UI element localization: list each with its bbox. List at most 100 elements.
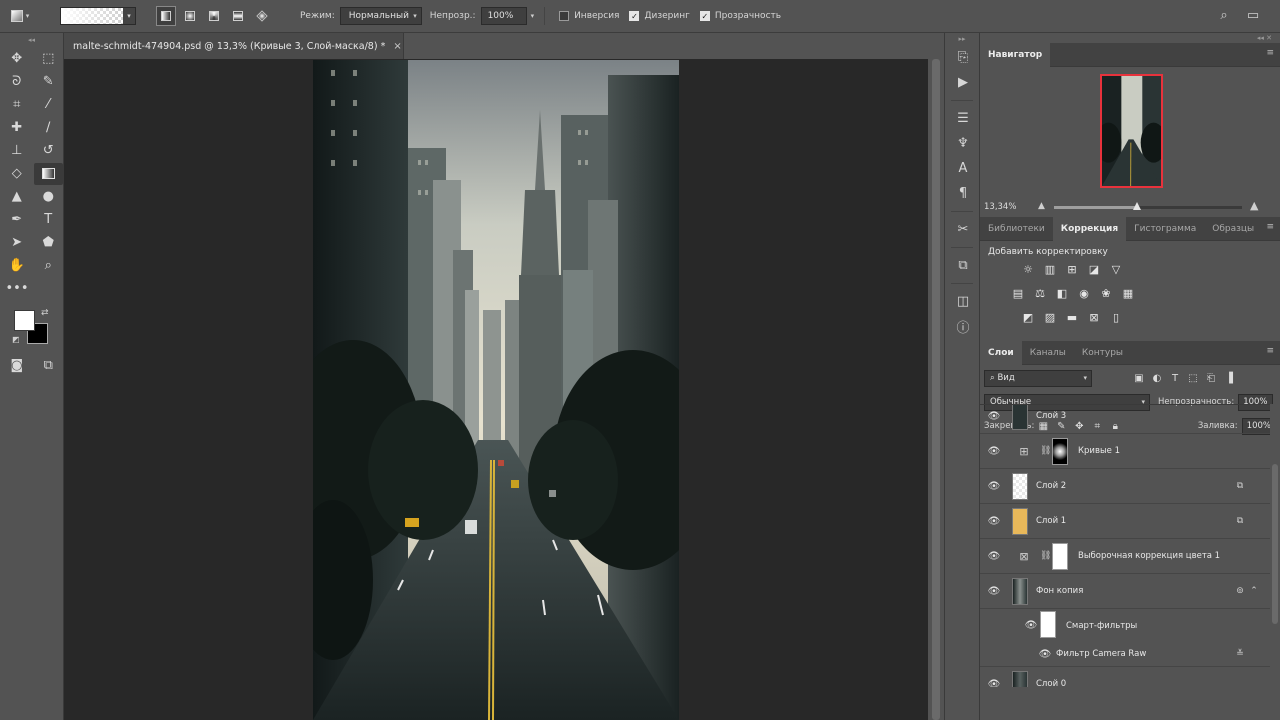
inverse-checkbox[interactable]: Инверсия <box>559 11 619 21</box>
opacity-input[interactable]: 100% <box>480 7 527 25</box>
filter-options-icon[interactable]: ≚ <box>1234 648 1246 660</box>
navigator-thumbnail[interactable] <box>1100 74 1163 188</box>
tab-swatches[interactable]: Образцы <box>1204 217 1262 241</box>
channel-mixer-icon[interactable]: ❀ <box>1098 285 1114 301</box>
threshold-icon[interactable]: ▬ <box>1064 309 1080 325</box>
tab-histogram[interactable]: Гистограмма <box>1126 217 1204 241</box>
quick-mask-icon[interactable]: ◙ <box>2 355 32 377</box>
history-brush-tool-icon[interactable]: ↺ <box>34 140 64 162</box>
character-icon[interactable]: A <box>945 156 981 181</box>
exposure-icon[interactable]: ◪ <box>1086 261 1102 277</box>
layer-row[interactable]: 👁︎ Слой 2 ⧉ <box>980 469 1270 504</box>
layer-mask-thumbnail[interactable] <box>1052 438 1068 465</box>
layer-name[interactable]: Слой 3 <box>1036 411 1066 421</box>
layer-name[interactable]: Выборочная коррекция цвета 1 <box>1078 551 1220 561</box>
brush-settings-icon[interactable]: ♆ <box>945 131 981 156</box>
search-icon[interactable]: ⌕ <box>1216 8 1232 24</box>
tab-navigator[interactable]: Навигатор <box>980 42 1051 67</box>
path-select-tool-icon[interactable]: ➤ <box>2 232 32 254</box>
canvas-scrollbar[interactable] <box>928 59 944 720</box>
curves-icon[interactable]: ⊞ <box>1064 261 1080 277</box>
screen-mode-icon[interactable]: ⧉ <box>34 355 64 377</box>
layer-mask-thumbnail[interactable] <box>1052 543 1068 570</box>
panel-menu-icon[interactable]: ≡ <box>1266 48 1274 58</box>
brush-tool-icon[interactable]: ∕ <box>34 117 64 139</box>
visibility-eye-icon[interactable]: 👁︎ <box>987 515 1001 527</box>
dodge-tool-icon[interactable]: ● <box>34 186 64 208</box>
dither-checkbox[interactable]: ✓ Дизеринг <box>629 11 690 21</box>
visibility-eye-icon[interactable]: 👁︎ <box>987 550 1001 562</box>
visibility-eye-icon[interactable]: 👁︎ <box>1024 620 1038 632</box>
filter-pixel-icon[interactable]: ▣ <box>1130 370 1148 387</box>
tab-libraries[interactable]: Библиотеки <box>980 217 1053 241</box>
filter-smart-object-icon[interactable]: ⎗ <box>1202 370 1220 387</box>
filter-name[interactable]: Фильтр Camera Raw <box>1056 649 1146 659</box>
radial-gradient-button[interactable] <box>180 6 200 26</box>
layer-name[interactable]: Кривые 1 <box>1078 446 1120 456</box>
move-tool-icon[interactable]: ✥ <box>2 48 32 70</box>
default-colors-icon[interactable]: ◩ <box>12 335 20 344</box>
smart-filter-mask-thumbnail[interactable] <box>1040 611 1056 638</box>
shape-tool-icon[interactable]: ⬟ <box>34 232 64 254</box>
link-icon[interactable]: ⛓︎ <box>1040 551 1051 561</box>
photo-filter-icon[interactable]: ◉ <box>1076 285 1092 301</box>
reflected-gradient-button[interactable] <box>228 6 248 26</box>
black-white-icon[interactable]: ◧ <box>1054 285 1070 301</box>
workspace-icon[interactable]: ▭ <box>1245 8 1261 24</box>
document-tab[interactable]: malte-schmidt-474904.psd @ 13,3% (Кривые… <box>64 33 404 59</box>
gradient-preview[interactable] <box>61 8 123 24</box>
scrollbar-thumb[interactable] <box>1272 464 1278 624</box>
visibility-eye-icon[interactable]: 👁︎ <box>1038 648 1052 660</box>
filter-shape-icon[interactable]: ⬚ <box>1184 370 1202 387</box>
tab-channels[interactable]: Каналы <box>1022 341 1074 365</box>
tab-layers[interactable]: Слои <box>980 340 1022 365</box>
tool-preset-picker[interactable]: ▾ <box>0 0 40 33</box>
panel-menu-icon[interactable]: ≡ <box>1266 346 1274 356</box>
tab-paths[interactable]: Контуры <box>1074 341 1131 365</box>
visibility-eye-icon[interactable]: 👁︎ <box>987 445 1001 457</box>
eyedropper-tool-icon[interactable]: ⁄ <box>34 94 64 116</box>
link-icon[interactable]: ⛓︎ <box>1040 446 1051 456</box>
clone-stamp-tool-icon[interactable]: ⊥ <box>2 140 32 162</box>
zoom-percent[interactable]: 13,34% <box>984 202 1016 212</box>
vibrance-icon[interactable]: ▽ <box>1108 261 1124 277</box>
hue-saturation-icon[interactable]: ▤ <box>1010 285 1026 301</box>
smart-filters-label[interactable]: Смарт-фильтры <box>1066 621 1137 631</box>
linear-gradient-button[interactable] <box>156 6 176 26</box>
visibility-eye-icon[interactable]: 👁︎ <box>987 480 1001 492</box>
inverse-check-box[interactable] <box>559 11 570 21</box>
expand-panels-icon[interactable]: ▸▸ <box>945 33 979 45</box>
layer-filter-select[interactable]: ⌕ Вид ▾ <box>984 369 1092 387</box>
eraser-tool-icon[interactable]: ◇ <box>2 163 32 185</box>
layer-comps-icon[interactable]: ◫ <box>945 289 981 314</box>
panel-menu-icon[interactable]: ≡ <box>1266 222 1274 232</box>
diamond-gradient-button[interactable] <box>252 6 272 26</box>
filter-adjustment-icon[interactable]: ◐ <box>1148 370 1166 387</box>
invert-icon[interactable]: ◩ <box>1020 309 1036 325</box>
clone-source-icon[interactable]: ⧉ <box>945 253 981 278</box>
camera-raw-filter-row[interactable]: 👁︎ Фильтр Camera Raw ≚ <box>980 642 1270 667</box>
selective-color-icon[interactable]: ⊠ <box>1086 309 1102 325</box>
visibility-eye-icon[interactable]: 👁︎ <box>987 678 1001 688</box>
properties-icon[interactable]: ☰ <box>945 106 981 131</box>
visibility-eye-icon[interactable]: 👁︎ <box>987 410 1001 422</box>
layers-scrollbar[interactable] <box>1270 404 1280 687</box>
scrollbar-thumb[interactable] <box>932 59 940 720</box>
tab-adjustments[interactable]: Коррекция <box>1052 216 1127 241</box>
paragraph-icon[interactable]: ¶ <box>945 181 981 206</box>
collapse-panel-icon[interactable]: ◂◂ <box>0 33 63 47</box>
zoom-slider[interactable] <box>1054 202 1242 210</box>
marquee-tool-icon[interactable]: ⬚ <box>34 48 64 70</box>
zoom-in-icon[interactable]: ▲ <box>1250 199 1258 212</box>
color-lookup-icon[interactable]: ▦ <box>1120 285 1136 301</box>
levels-icon[interactable]: ▥ <box>1042 261 1058 277</box>
layer-name[interactable]: Слой 0 <box>1036 679 1066 687</box>
document-canvas-image[interactable] <box>313 60 679 720</box>
lasso-tool-icon[interactable]: ᘐ <box>2 71 32 93</box>
gradient-map-icon[interactable]: ▯ <box>1108 309 1124 325</box>
visibility-eye-icon[interactable]: 👁︎ <box>987 585 1001 597</box>
transparency-checkbox[interactable]: ✓ Прозрачность <box>699 11 781 21</box>
layer-row[interactable]: 👁︎ ⊠ ⛓︎ Выборочная коррекция цвета 1 <box>980 539 1270 574</box>
brightness-icon[interactable]: ☼ <box>1020 261 1036 277</box>
color-balance-icon[interactable]: ⚖ <box>1032 285 1048 301</box>
